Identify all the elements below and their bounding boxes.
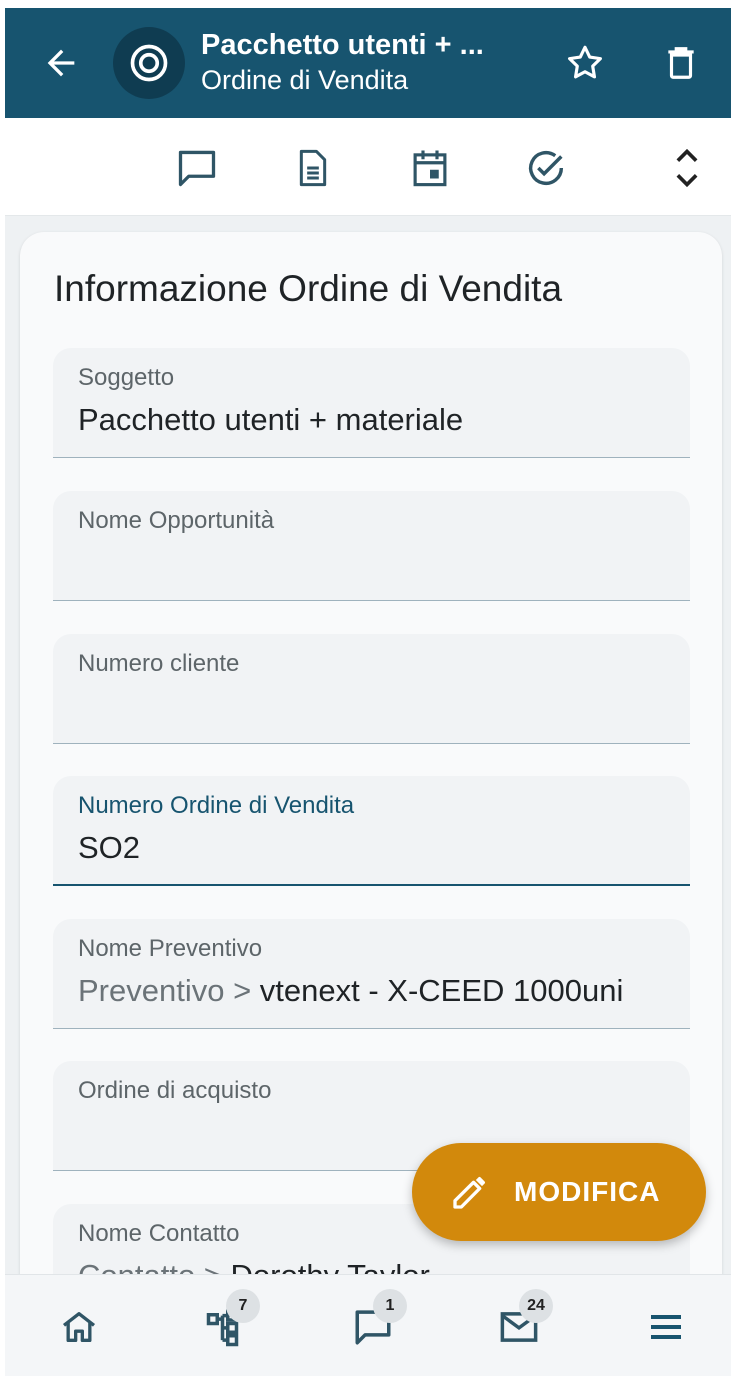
field-label: Nome Contatto xyxy=(78,1220,240,1247)
home-icon xyxy=(62,1312,96,1342)
comment-icon xyxy=(178,150,216,187)
relation-prefix: Preventivo > xyxy=(78,973,260,1008)
back-button[interactable] xyxy=(29,31,93,95)
edit-label: MODIFICA xyxy=(514,1176,661,1207)
field-nome-preventivo[interactable]: Nome Preventivo Preventivo > vtenext - X… xyxy=(53,919,690,1029)
star-outline-icon xyxy=(568,45,602,79)
related-count-badge: 7 xyxy=(226,1289,260,1323)
field-label: Soggetto xyxy=(78,364,175,391)
field-nome-opportunita[interactable]: Nome Opportunità xyxy=(53,491,690,601)
nav-comments[interactable]: 1 xyxy=(343,1289,407,1357)
module-name: Ordine di Vendita xyxy=(201,64,409,95)
nav-related[interactable]: 7 xyxy=(196,1289,260,1357)
pencil-icon xyxy=(453,1177,485,1209)
nav-messages[interactable]: 24 xyxy=(489,1289,553,1357)
arrow-left-icon xyxy=(47,49,75,77)
action-toolbar xyxy=(5,118,731,216)
target-icon xyxy=(130,44,168,82)
field-label: Ordine di acquisto xyxy=(78,1077,272,1104)
nav-menu[interactable] xyxy=(636,1297,696,1357)
field-label: Nome Preventivo xyxy=(78,935,263,962)
messages-count-badge: 24 xyxy=(519,1289,553,1323)
expand-collapse-button[interactable] xyxy=(659,140,715,196)
relation-value[interactable]: vtenext - X-CEED 1000uni xyxy=(260,973,624,1008)
edit-fab[interactable]: MODIFICA xyxy=(412,1143,706,1241)
bottom-nav: 7 1 24 xyxy=(5,1274,731,1376)
document-icon xyxy=(299,149,327,187)
menu-icon xyxy=(651,1315,681,1339)
title-block: Pacchetto utenti + ... Ordine di Vendita xyxy=(201,28,553,98)
expand-collapse-icon xyxy=(676,148,698,188)
field-numero-ordine[interactable]: Numero Ordine di Vendita SO2 xyxy=(53,776,690,886)
comments-count-badge: 1 xyxy=(373,1289,407,1323)
module-avatar xyxy=(113,27,185,99)
delete-button[interactable] xyxy=(649,31,713,95)
nav-home[interactable] xyxy=(49,1297,109,1357)
record-title: Pacchetto utenti + ... xyxy=(201,29,484,62)
calendar-button[interactable] xyxy=(402,140,458,196)
field-label: Nome Opportunità xyxy=(78,507,275,534)
field-value: SO2 xyxy=(78,830,141,865)
calendar-icon xyxy=(413,150,447,187)
section-title: Informazione Ordine di Vendita xyxy=(54,268,563,309)
favorite-button[interactable] xyxy=(553,31,617,95)
trash-icon xyxy=(668,47,694,79)
field-value: Pacchetto utenti + materiale xyxy=(78,402,464,437)
document-button[interactable] xyxy=(285,140,341,196)
field-label: Numero Ordine di Vendita xyxy=(78,792,355,819)
app-bar: Pacchetto utenti + ... Ordine di Vendita xyxy=(5,8,731,118)
task-button[interactable] xyxy=(518,140,574,196)
field-numero-cliente[interactable]: Numero cliente xyxy=(53,634,690,744)
field-soggetto[interactable]: Soggetto Pacchetto utenti + materiale xyxy=(53,348,690,458)
field-value: Preventivo > vtenext - X-CEED 1000uni xyxy=(78,973,670,1009)
field-label: Numero cliente xyxy=(78,650,240,677)
comment-button[interactable] xyxy=(169,140,225,196)
check-circle-icon xyxy=(528,150,564,186)
